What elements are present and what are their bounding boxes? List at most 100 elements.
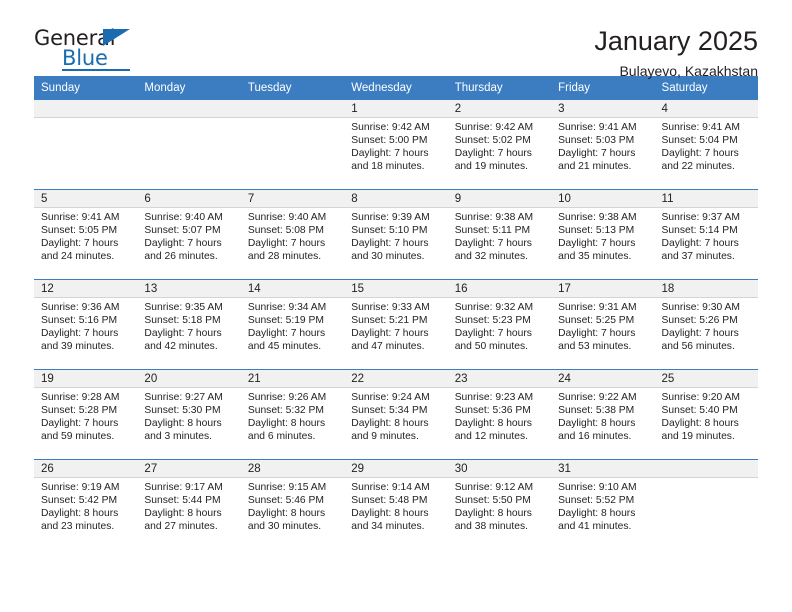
day-cell[interactable]: 29 Sunrise: 9:14 AM Sunset: 5:48 PM Dayligh… <box>344 460 448 549</box>
day-cell[interactable]: 10 Sunrise: 9:38 AM Sunset: 5:13 PM Dayligh… <box>551 190 655 279</box>
sunrise-text: Sunrise: 9:38 AM <box>558 212 637 223</box>
daylight-text-line2: and 35 minutes. <box>558 251 632 263</box>
page-header: General Blue January 2025 Bulayevo, Kaza… <box>34 0 758 79</box>
day-sun-info: Sunrise: 9:10 AM Sunset: 5:52 PM Daylight:… <box>551 478 654 533</box>
day-sun-info: Sunrise: 9:24 AM Sunset: 5:34 PM Daylight:… <box>344 388 447 443</box>
day-cell[interactable]: 1 Sunrise: 9:42 AM Sunset: 5:00 PM Daylight… <box>344 100 448 189</box>
day-cell-empty <box>137 100 241 189</box>
day-cell[interactable]: 25 Sunrise: 9:20 AM Sunset: 5:40 PM Dayligh… <box>654 370 758 459</box>
day-cell[interactable]: 7 Sunrise: 9:40 AM Sunset: 5:08 PM Daylight… <box>240 190 345 279</box>
sunset-text: Sunset: 5:19 PM <box>247 315 324 327</box>
daylight-text-line2: and 24 minutes. <box>41 251 115 263</box>
daylight-text-line1: Daylight: 7 hours <box>454 328 532 340</box>
day-cell[interactable]: 26 Sunrise: 9:19 AM Sunset: 5:42 PM Dayligh… <box>34 460 138 549</box>
sunset-text: Sunset: 5:04 PM <box>661 135 738 147</box>
day-cell-empty <box>34 100 138 189</box>
sunset-text: Sunset: 5:02 PM <box>454 135 531 147</box>
day-cell[interactable]: 12 Sunrise: 9:36 AM Sunset: 5:16 PM Dayligh… <box>34 280 138 369</box>
day-cell[interactable]: 5 Sunrise: 9:41 AM Sunset: 5:05 PM Daylight… <box>34 190 138 279</box>
day-cell[interactable]: 16 Sunrise: 9:32 AM Sunset: 5:23 PM Dayligh… <box>447 280 552 369</box>
day-cell[interactable]: 6 Sunrise: 9:40 AM Sunset: 5:07 PM Daylight… <box>137 190 241 279</box>
daylight-text-line1: Daylight: 7 hours <box>661 328 739 340</box>
day-cell[interactable]: 2 Sunrise: 9:42 AM Sunset: 5:02 PM Daylight… <box>447 100 552 189</box>
calendar-body: 1 Sunrise: 9:42 AM Sunset: 5:00 PM Daylight… <box>34 100 758 549</box>
day-number: 24 <box>551 370 655 388</box>
calendar-cell: 13 Sunrise: 9:35 AM Sunset: 5:18 PM Dayligh… <box>137 279 241 370</box>
day-number: 5 <box>34 190 138 208</box>
day-cell[interactable]: 4 Sunrise: 9:41 AM Sunset: 5:04 PM Daylight… <box>654 100 758 189</box>
day-number: 25 <box>654 370 758 388</box>
day-cell[interactable]: 9 Sunrise: 9:38 AM Sunset: 5:11 PM Daylight… <box>447 190 552 279</box>
daylight-text-line1: Daylight: 8 hours <box>558 508 636 520</box>
sunrise-text: Sunrise: 9:39 AM <box>351 212 430 223</box>
daylight-text-line2: and 22 minutes. <box>661 161 735 173</box>
day-cell[interactable]: 13 Sunrise: 9:35 AM Sunset: 5:18 PM Dayligh… <box>137 280 241 369</box>
day-number: 10 <box>551 190 655 208</box>
day-cell[interactable]: 27 Sunrise: 9:17 AM Sunset: 5:44 PM Dayligh… <box>137 460 241 549</box>
day-cell[interactable]: 22 Sunrise: 9:24 AM Sunset: 5:34 PM Dayligh… <box>344 370 448 459</box>
sunrise-text: Sunrise: 9:34 AM <box>247 302 327 313</box>
day-number: 30 <box>447 460 552 478</box>
sunrise-text: Sunrise: 9:12 AM <box>454 482 534 493</box>
day-cell[interactable]: 8 Sunrise: 9:39 AM Sunset: 5:10 PM Daylight… <box>344 190 448 279</box>
day-cell[interactable]: 21 Sunrise: 9:26 AM Sunset: 5:32 PM Dayligh… <box>240 370 345 459</box>
daylight-text-line1: Daylight: 8 hours <box>558 418 636 430</box>
sunset-text: Sunset: 5:32 PM <box>247 405 324 417</box>
day-number: 17 <box>551 280 655 298</box>
day-cell[interactable]: 15 Sunrise: 9:33 AM Sunset: 5:21 PM Dayligh… <box>344 280 448 369</box>
daylight-text-line1: Daylight: 8 hours <box>661 418 739 430</box>
sunrise-text: Sunrise: 9:27 AM <box>144 392 223 403</box>
daylight-text-line2: and 50 minutes. <box>454 341 528 353</box>
sunset-text: Sunset: 5:52 PM <box>558 495 635 507</box>
day-sun-info: Sunrise: 9:35 AM Sunset: 5:18 PM Daylight:… <box>137 298 240 353</box>
day-sun-info: Sunrise: 9:33 AM Sunset: 5:21 PM Daylight:… <box>344 298 447 353</box>
calendar-week-row: 19 Sunrise: 9:28 AM Sunset: 5:28 PM Dayligh… <box>34 369 758 460</box>
sunrise-text: Sunrise: 9:32 AM <box>454 302 534 313</box>
day-cell[interactable]: 17 Sunrise: 9:31 AM Sunset: 5:25 PM Dayligh… <box>551 280 655 369</box>
daylight-text-line2: and 42 minutes. <box>144 341 218 353</box>
daylight-text-line2: and 12 minutes. <box>454 431 528 443</box>
day-number: 9 <box>447 190 552 208</box>
day-number <box>654 460 758 478</box>
daylight-text-line1: Daylight: 8 hours <box>247 418 326 430</box>
calendar-week-row: 5 Sunrise: 9:41 AM Sunset: 5:05 PM Daylight… <box>34 189 758 280</box>
calendar-cell: 7 Sunrise: 9:40 AM Sunset: 5:08 PM Daylight… <box>240 189 345 280</box>
sunrise-text: Sunrise: 9:41 AM <box>41 212 120 223</box>
day-sun-info: Sunrise: 9:38 AM Sunset: 5:11 PM Daylight:… <box>448 208 551 263</box>
daylight-text-line2: and 32 minutes. <box>454 251 528 263</box>
day-cell[interactable]: 23 Sunrise: 9:23 AM Sunset: 5:36 PM Dayligh… <box>447 370 552 459</box>
daylight-text-line2: and 39 minutes. <box>41 341 115 353</box>
sunset-text: Sunset: 5:38 PM <box>558 405 635 417</box>
day-cell[interactable]: 24 Sunrise: 9:22 AM Sunset: 5:38 PM Dayligh… <box>551 370 655 459</box>
daylight-text-line2: and 47 minutes. <box>351 341 425 353</box>
day-cell[interactable]: 31 Sunrise: 9:10 AM Sunset: 5:52 PM Dayligh… <box>551 460 655 549</box>
day-number: 12 <box>34 280 138 298</box>
day-cell[interactable]: 14 Sunrise: 9:34 AM Sunset: 5:19 PM Dayligh… <box>240 280 345 369</box>
sunset-text: Sunset: 5:13 PM <box>558 225 635 237</box>
day-cell[interactable]: 28 Sunrise: 9:15 AM Sunset: 5:46 PM Dayligh… <box>240 460 345 549</box>
calendar-cell: 6 Sunrise: 9:40 AM Sunset: 5:07 PM Daylight… <box>137 189 241 280</box>
daylight-text-line1: Daylight: 8 hours <box>144 418 222 430</box>
day-sun-info: Sunrise: 9:42 AM Sunset: 5:02 PM Daylight:… <box>448 118 551 173</box>
sunset-text: Sunset: 5:21 PM <box>351 315 428 327</box>
day-cell[interactable]: 11 Sunrise: 9:37 AM Sunset: 5:14 PM Dayligh… <box>654 190 758 279</box>
day-cell[interactable]: 30 Sunrise: 9:12 AM Sunset: 5:50 PM Dayligh… <box>447 460 552 549</box>
sunrise-text: Sunrise: 9:17 AM <box>144 482 223 493</box>
sunset-text: Sunset: 5:30 PM <box>144 405 221 417</box>
sunset-text: Sunset: 5:50 PM <box>454 495 531 507</box>
day-sun-info: Sunrise: 9:12 AM Sunset: 5:50 PM Daylight:… <box>448 478 551 533</box>
day-cell[interactable]: 20 Sunrise: 9:27 AM Sunset: 5:30 PM Dayligh… <box>137 370 241 459</box>
day-cell[interactable]: 19 Sunrise: 9:28 AM Sunset: 5:28 PM Dayligh… <box>34 370 138 459</box>
day-number: 7 <box>240 190 345 208</box>
month-calendar: Sunday Monday Tuesday Wednesday Thursday Frid… <box>34 76 758 549</box>
daylight-text-line1: Daylight: 7 hours <box>558 148 636 160</box>
daylight-text-line2: and 9 minutes. <box>351 431 419 443</box>
calendar-cell: 29 Sunrise: 9:14 AM Sunset: 5:48 PM Dayligh… <box>344 459 448 549</box>
day-number: 1 <box>344 100 448 118</box>
sunset-text: Sunset: 5:28 PM <box>41 405 118 417</box>
day-sun-info: Sunrise: 9:41 AM Sunset: 5:05 PM Daylight:… <box>34 208 137 263</box>
daylight-text-line1: Daylight: 8 hours <box>454 418 532 430</box>
day-cell[interactable]: 18 Sunrise: 9:30 AM Sunset: 5:26 PM Dayligh… <box>654 280 758 369</box>
sunrise-text: Sunrise: 9:30 AM <box>661 302 740 313</box>
day-cell[interactable]: 3 Sunrise: 9:41 AM Sunset: 5:03 PM Daylight… <box>551 100 655 189</box>
